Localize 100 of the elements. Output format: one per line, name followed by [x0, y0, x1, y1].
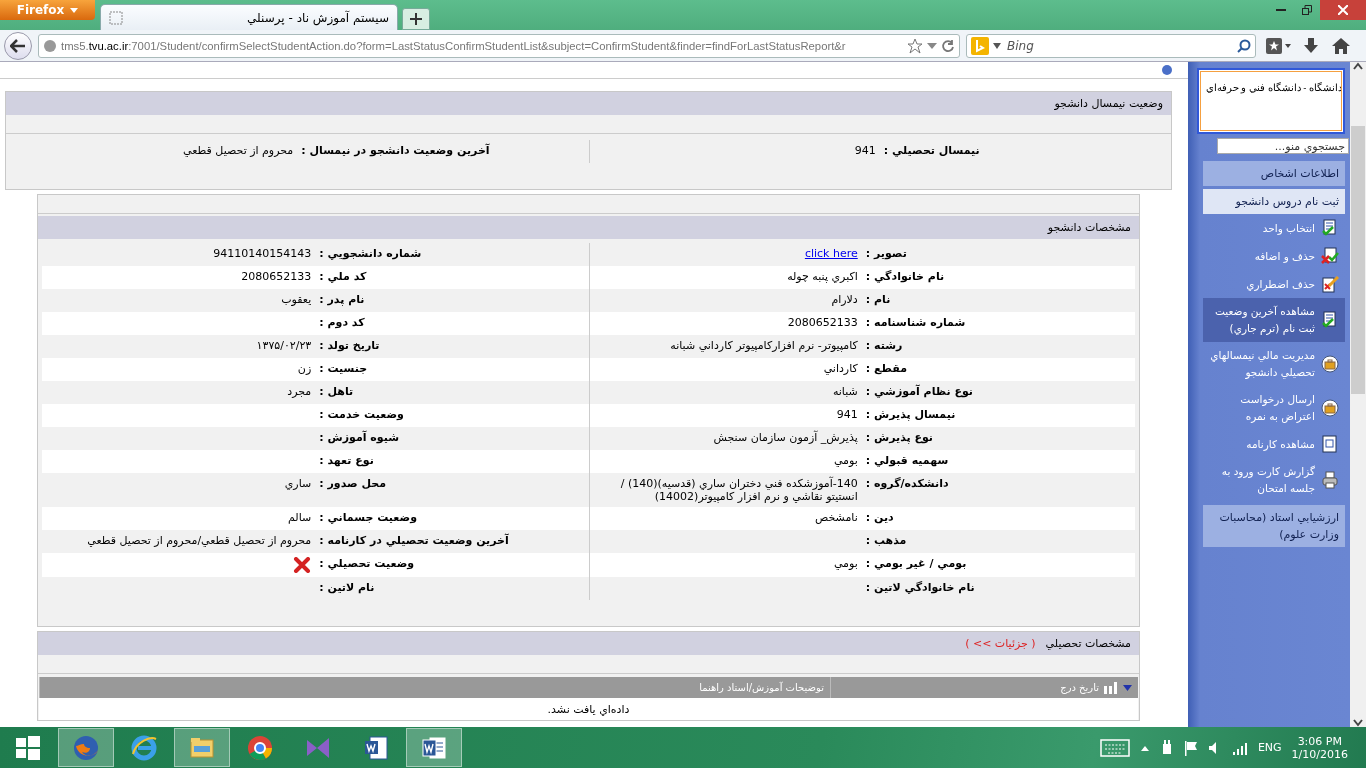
word-document-icon[interactable]: [362, 733, 390, 762]
tab-title: سیستم آموزش ناد - پرسنلي: [246, 10, 389, 25]
home-icon: [1331, 36, 1351, 55]
search-icon[interactable]: [1237, 38, 1251, 53]
field-label: نوع نظام آموزشي :: [864, 383, 974, 400]
field-value: 2080652133: [240, 269, 313, 285]
section-title: مشخصات تحصيلي: [1045, 637, 1131, 650]
caret-icon: [70, 7, 79, 13]
restore-icon: [1302, 5, 1312, 15]
browser-tab[interactable]: سیستم آموزش ناد - پرسنلي: [100, 4, 398, 30]
bookmark-star-icon: [1265, 36, 1291, 55]
field-label: رشته :: [864, 338, 904, 354]
briefcase-icon: [1321, 399, 1339, 417]
firefox-icon[interactable]: [72, 733, 100, 762]
sort-caret-icon[interactable]: [1123, 684, 1132, 691]
taskbar-app[interactable]: [58, 728, 114, 767]
report-card-icon: [1321, 435, 1339, 453]
menu-section[interactable]: اطلاعات اشخاص: [1203, 161, 1345, 186]
field-label: دانشكده/گروه :: [864, 476, 950, 492]
field-label: بومي / غير بومي :: [864, 556, 968, 572]
field-label: سهميه قبولي :: [864, 453, 950, 469]
university-name: دانشگاه - دانشگاه فني و حرفه‌اي: [1204, 82, 1343, 93]
close-button[interactable]: [1320, 0, 1366, 20]
field-value: محروم از تحصيل قطعي/محروم از تحصيل قطعي: [86, 533, 313, 549]
menu-item[interactable]: مديريت مالي نيمسالهاي تحصيلي دانشجو: [1203, 342, 1345, 386]
document-check-icon: [1321, 311, 1339, 329]
field-label: دين :: [864, 510, 895, 526]
taskbar-app[interactable]: [406, 728, 462, 767]
field-value: مجرد: [286, 384, 313, 400]
field-label: آخرين وضعيت دانشجو در نيمسال :: [300, 142, 491, 159]
back-arrow-icon: [10, 38, 26, 53]
field-label: نام :: [864, 292, 892, 308]
menu-item[interactable]: حذف اضطراري: [1203, 270, 1345, 298]
field-label: نيمسال تحصيلي :: [882, 143, 981, 159]
field-label: نام پدر :: [318, 292, 366, 308]
menu-item[interactable]: انتخاب واحد: [1203, 214, 1345, 242]
empty-message: داده‌اي يافت نشد.: [547, 702, 630, 716]
flag-icon[interactable]: [1183, 739, 1198, 756]
document-check-icon: [1321, 219, 1339, 237]
column-header[interactable]: توضيحات آموزش/استاد راهنما: [699, 682, 824, 693]
bing-logo-icon: [971, 36, 989, 55]
dropdown-icon[interactable]: [993, 42, 1001, 49]
field-value: 94110140154143: [212, 246, 313, 262]
field-label: نام لاتين :: [318, 580, 376, 596]
internet-explorer-icon[interactable]: [130, 733, 158, 762]
field-label: وضعيت تحصيلي :: [318, 556, 416, 572]
scroll-down-icon[interactable]: [1353, 719, 1363, 727]
info-icon[interactable]: [1162, 65, 1172, 75]
windows-logo-icon: [16, 735, 40, 760]
printer-icon: [1321, 471, 1339, 489]
clock[interactable]: 3:06 PM 1/10/2016: [1291, 734, 1348, 761]
search-field[interactable]: Bing: [1005, 37, 1233, 54]
field-value: ساري: [283, 476, 313, 492]
chrome-icon[interactable]: [246, 733, 274, 762]
field-label: نام خانوادگي لاتين :: [864, 580, 976, 596]
menu-item[interactable]: مشاهده كارنامه: [1203, 430, 1345, 458]
reload-icon[interactable]: [941, 38, 955, 53]
details-link[interactable]: ( جزئيات >> ): [965, 637, 1036, 650]
star-icon[interactable]: [907, 37, 923, 54]
section-title: مشخصات دانشجو: [1047, 221, 1131, 234]
field-value: سالم: [287, 510, 313, 526]
search-field[interactable]: Bing: [966, 33, 1256, 58]
menu-search-field[interactable]: جستجوي منو...: [1217, 138, 1349, 154]
minimize-icon: [1276, 9, 1286, 11]
field-label: تاهل :: [318, 384, 355, 400]
keyboard-icon[interactable]: [1099, 738, 1130, 757]
field-label: شماره شناسنامه :: [864, 315, 967, 331]
menu-item[interactable]: گزارش كارت ورود به جلسه امتحان: [1203, 458, 1345, 502]
menu-item[interactable]: حذف و اضافه: [1203, 242, 1345, 270]
column-header[interactable]: تاريخ درج: [1060, 682, 1099, 693]
field-label: آخرين وضعيت تحصيلي در كارنامه :: [318, 532, 510, 549]
field-label: نيمسال پذيرش :: [864, 407, 957, 423]
menu-section[interactable]: ثبت نام دروس دانشجو: [1203, 189, 1345, 214]
language-indicator[interactable]: ENG: [1257, 741, 1282, 754]
back-button[interactable]: [4, 31, 32, 60]
columns-icon[interactable]: [1104, 681, 1118, 694]
menu-item[interactable]: مشاهده آخرين وضعيت ثبت نام (ترم جاري): [1203, 298, 1345, 342]
menu-item[interactable]: ارسال درخواست اعتراض به نمره: [1203, 386, 1345, 430]
cross-icon: [293, 557, 312, 573]
field-value: 941: [588, 140, 880, 163]
signal-icon[interactable]: [1231, 740, 1248, 755]
field-label: تاريخ تولد :: [318, 338, 381, 354]
scrollbar[interactable]: [1350, 62, 1366, 727]
address-field[interactable]: tms5.tvu.ac.ir:7001/Student/confirmSelectStudentAction.do?form=LastStatusConfirmStudentList&subject=ConfirmStudent&finder=findForLastStatusReport&r: [38, 33, 960, 58]
close-icon: [1338, 5, 1348, 15]
field-label: تصوير :: [864, 246, 908, 262]
scroll-up-icon[interactable]: [1353, 62, 1363, 70]
new-tab-button[interactable]: [402, 8, 430, 30]
photo-link[interactable]: click here: [804, 247, 858, 260]
field-label: نوع پذيرش :: [864, 430, 934, 446]
menu-section[interactable]: ارزشيابي استاد (محاسبات وزارت علوم): [1203, 505, 1345, 547]
page-icon: [109, 10, 123, 25]
field-label: وضعيت جسماني :: [318, 510, 418, 526]
field-value: زن: [296, 361, 313, 377]
download-arrow-icon: [1303, 36, 1319, 55]
plus-icon: [410, 13, 422, 25]
field-value: محروم از تحصيل قطعي: [182, 143, 295, 159]
field-label: وضعيت خدمت :: [318, 407, 405, 423]
dropdown-icon[interactable]: [927, 41, 937, 50]
firefox-menu-button[interactable]: Firefox: [0, 0, 95, 20]
